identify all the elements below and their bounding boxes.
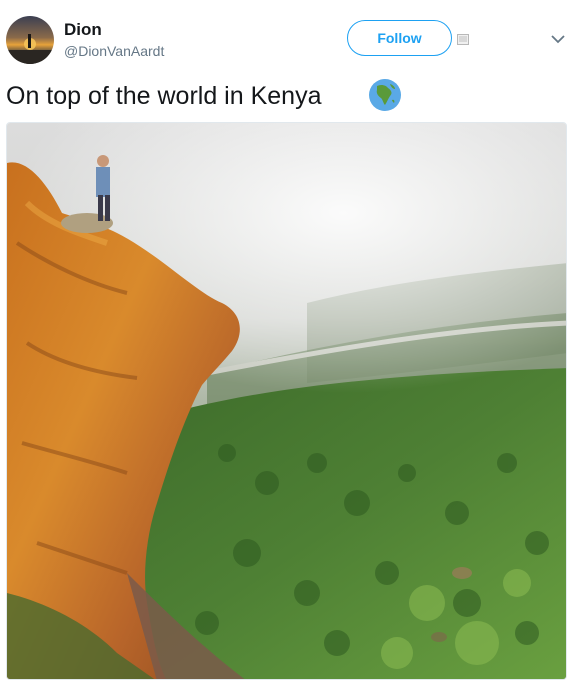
tweet-card: Dion @DionVanAardt Follow On top of the …: [0, 0, 574, 684]
globe-africa-icon: [369, 79, 401, 111]
display-name[interactable]: Dion: [64, 20, 102, 40]
kenya-cliff-photo: [7, 123, 566, 679]
user-handle[interactable]: @DionVanAardt: [64, 43, 164, 59]
broken-image-icon: [457, 34, 469, 45]
sunset-avatar-icon: [6, 16, 54, 64]
tweet-photo[interactable]: [6, 122, 567, 680]
user-avatar[interactable]: [6, 16, 54, 64]
follow-button[interactable]: Follow: [347, 20, 452, 56]
tweet-text: On top of the world in Kenya: [6, 82, 322, 110]
chevron-down-icon[interactable]: [551, 34, 565, 44]
tweet-header: Dion @DionVanAardt Follow: [6, 14, 568, 68]
